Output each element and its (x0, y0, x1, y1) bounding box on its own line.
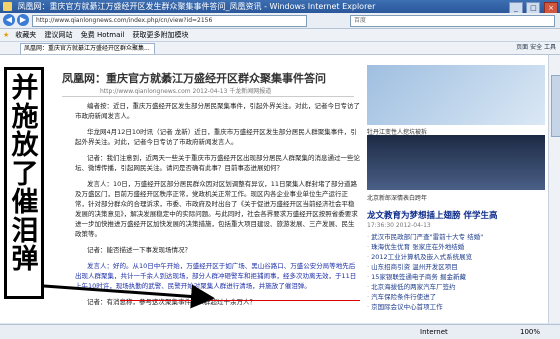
highlight-underline (120, 300, 360, 301)
photo-caption[interactable]: 北京新郎深情表白跨年 (367, 193, 427, 202)
sidebar-news: 龙文教育为梦想插上翅膀 伴学生高 17:36:30 2012-04-13 武汉市… (367, 209, 545, 312)
news-photo[interactable] (367, 135, 545, 190)
article-body: 编者按：近日，重庆万盛经开区发生部分居民聚集事件，引起外界关注。对此，记者今日专… (75, 101, 360, 313)
paragraph: 记者：我们注意到，近两天一些关于重庆市万盛经开区出现部分居民人群聚集的消息通过一… (75, 154, 360, 172)
news-headline[interactable]: 龙文教育为梦想插上翅膀 伴学生高 (367, 209, 545, 221)
favorites-label[interactable]: 收藏夹 (15, 31, 36, 39)
list-item[interactable]: 山东招商引资 温州开发区项目 (367, 262, 545, 272)
vertical-scrollbar[interactable] (548, 55, 560, 323)
zoom-level[interactable]: 100% (520, 325, 540, 339)
list-item[interactable]: 15家银联签通电子商务 掘金新藏 (367, 272, 545, 282)
annotation-label: 并施放了催泪弹 (11, 73, 39, 275)
paragraph: 记者：能否描述一下事发现场情况？ (87, 246, 191, 254)
status-bar: Internet 100% (0, 324, 560, 339)
paragraph: 记者：有消息称，参与这次聚集事件的人群超过十余万人？ (87, 298, 256, 306)
list-item[interactable]: 2012工业计算机及嵌入式系统展览 (367, 252, 545, 262)
minimize-button[interactable]: _ (508, 2, 523, 13)
close-button[interactable]: × (544, 2, 558, 13)
tab-bar: 凤凰网：重庆官方就綦江万盛经开区群众聚集... 页面 安全 工具 (0, 42, 560, 55)
article-meta: http://www.qianlongnews.com 2012-04-13 千… (100, 88, 272, 95)
list-item[interactable]: 珠海优生优育 张家庄在外地结婚 (367, 242, 545, 252)
tab-current[interactable]: 凤凰网：重庆官方就綦江万盛经开区群众聚集... (20, 43, 155, 54)
favorites-bar: ★ 收藏夹 建议网站 免费 Hotmail 获取更多附加模块 (0, 29, 560, 42)
window-titlebar: 凤凰网：重庆官方就綦江万盛经开区发生群众聚集事件答问_凤凰资讯 - Window… (0, 0, 560, 13)
list-item[interactable]: 北京海拔低的两家汽车厂签约 (367, 282, 545, 292)
news-time: 17:36:30 2012-04-13 (367, 222, 431, 229)
news-list: 武汉市民政部门严查"雷前十大专 结婚" 珠海优生优育 张家庄在外地结婚 2012… (367, 232, 545, 312)
star-icon: ★ (3, 31, 10, 39)
window-controls: _ □ × (508, 1, 558, 13)
paragraph: 编者按：近日，重庆万盛经开区发生部分居民聚集事件，引起外界关注。对此，记者今日专… (75, 102, 360, 120)
list-item[interactable]: 汽车保险条件行使进了 (367, 292, 545, 302)
command-bar[interactable]: 页面 安全 工具 (516, 43, 556, 53)
article-title: 凤凰网：重庆官方就綦江万盛经开区群众聚集事件答问 (62, 72, 326, 85)
paragraph: 发言人：10日，万盛经开区部分居民群众因对区划调整有异议，11日聚集人群封堵了部… (75, 180, 358, 238)
ie-icon (3, 2, 12, 11)
scrollbar-thumb[interactable] (551, 75, 560, 137)
divider (62, 96, 354, 97)
sidebar-media: 牡丹江变性人挖坑被拆 北京新郎深情表白跨年 (367, 65, 545, 205)
favorites-item[interactable]: 建议网站 (45, 31, 73, 39)
security-zone: Internet (420, 328, 448, 336)
back-icon[interactable]: ◀ (3, 14, 15, 26)
navigation-bar: ◀ ▶ http://www.qianlongnews.com/index.ph… (0, 13, 560, 29)
paragraph: 华龙网4月12日10时讯（记者 龙新）近日，重庆市万盛经开区发生部分居民人群聚集… (75, 128, 357, 146)
search-input[interactable]: 百度 (350, 15, 555, 27)
favorites-item[interactable]: 免费 Hotmail (81, 31, 125, 39)
page-content: 凤凰网：重庆官方就綦江万盛经开区群众聚集事件答问 http://www.qian… (0, 55, 548, 323)
list-item[interactable]: 京国际会议中心首项工作 (367, 302, 545, 312)
list-item[interactable]: 武汉市民政部门严查"雷前十大专 结婚" (367, 232, 545, 242)
annotation-box: 并施放了催泪弹 (4, 67, 44, 299)
window-title: 凤凰网：重庆官方就綦江万盛经开区发生群众聚集事件答问_凤凰资讯 - Window… (17, 2, 376, 11)
forward-icon[interactable]: ▶ (17, 14, 29, 26)
paragraph: 发言人：好的。从10日中午开始，万盛经开区于如广场、黑山谷路口、万盛公安分局等地… (75, 262, 357, 290)
maximize-button[interactable]: □ (526, 2, 541, 13)
favorites-item[interactable]: 获取更多附加模块 (133, 31, 189, 39)
ad-banner[interactable] (367, 65, 545, 125)
address-bar[interactable]: http://www.qianlongnews.com/index.php/cn… (32, 15, 307, 27)
